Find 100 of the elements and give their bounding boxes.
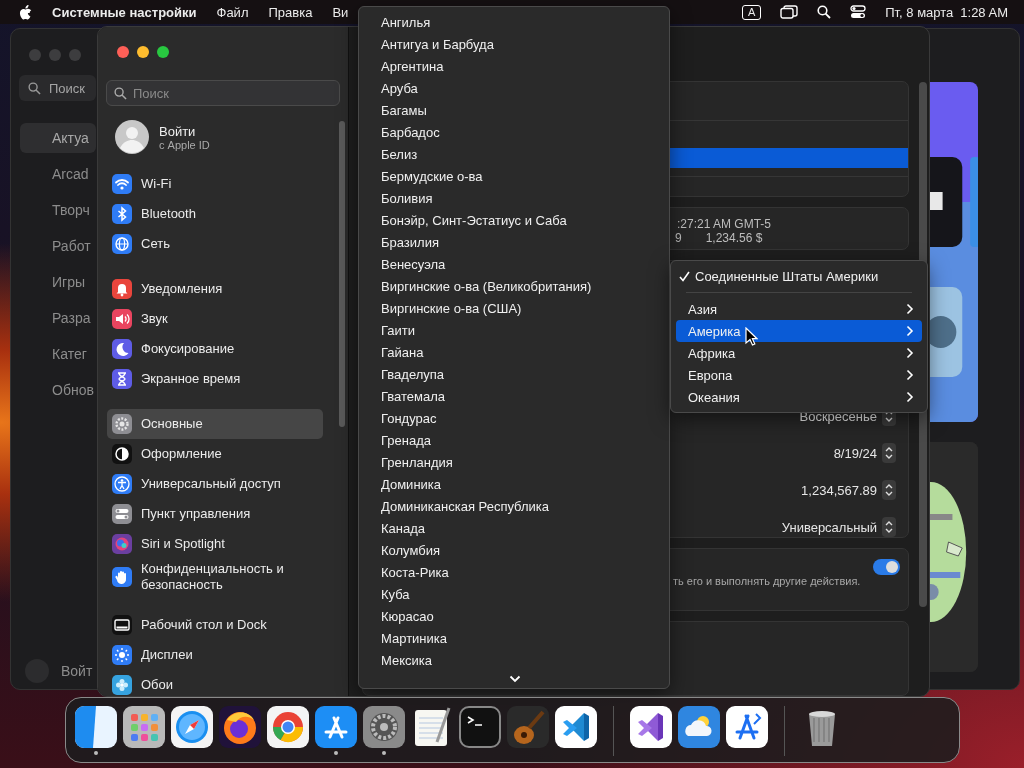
menu-item[interactable]: Мартиника — [359, 628, 669, 650]
sidebar-item[interactable]: Фокусирование — [107, 334, 323, 364]
zoom-button[interactable] — [157, 46, 169, 58]
account-label[interactable]: Войт — [61, 663, 93, 679]
sidebar-item[interactable]: Обои — [107, 670, 323, 696]
terminal-icon[interactable] — [459, 706, 501, 748]
input-source-indicator[interactable]: A — [741, 4, 762, 20]
sidebar-item[interactable]: Разра — [20, 303, 96, 333]
code-editor-icon[interactable] — [555, 706, 597, 748]
scrollbar[interactable] — [339, 121, 345, 427]
sidebar-item[interactable]: Сеть — [107, 229, 323, 259]
menu-item[interactable]: Соединенные Штаты Америки — [676, 265, 922, 287]
menu-item[interactable]: Гренада — [359, 430, 669, 452]
gear-icon[interactable] — [363, 706, 405, 748]
menu-item[interactable]: Боливия — [359, 188, 669, 210]
menu-item[interactable]: Антигуа и Барбуда — [359, 34, 669, 56]
stepper-icon[interactable] — [882, 443, 896, 464]
popup-button[interactable]: Универсальный — [781, 519, 877, 535]
menu-item[interactable]: Канада — [359, 518, 669, 540]
menu-item[interactable]: Гондурас — [359, 408, 669, 430]
popup-button[interactable]: 1,234,567.89 — [801, 482, 877, 498]
menu-item[interactable]: Багамы — [359, 100, 669, 122]
guitar-icon[interactable] — [507, 706, 549, 748]
popup-button[interactable]: Воскресенье — [799, 408, 877, 424]
compass-icon[interactable] — [171, 706, 213, 748]
menu-item[interactable]: Виргинские о-ва (Великобритания) — [359, 276, 669, 298]
drafting-icon[interactable] — [726, 706, 768, 748]
menu-item[interactable]: Бонэйр, Синт-Эстатиус и Саба — [359, 210, 669, 232]
menu-item[interactable]: Европа — [676, 364, 922, 386]
stepper-icon[interactable] — [882, 517, 896, 538]
menu-item[interactable]: Америка — [676, 320, 922, 342]
app-store-icon[interactable] — [315, 706, 357, 748]
app-menu[interactable]: Системные настройки — [52, 4, 197, 20]
menu-item[interactable]: Ангилья — [359, 12, 669, 34]
ribbon-logo-icon[interactable] — [630, 706, 672, 748]
menu-item[interactable]: Кюрасао — [359, 606, 669, 628]
menu-item[interactable]: Бразилия — [359, 232, 669, 254]
menu-item[interactable]: Мексика — [359, 650, 669, 672]
menu-item[interactable]: Гватемала — [359, 386, 669, 408]
search-icon[interactable] — [817, 5, 832, 19]
menu-item[interactable]: Гренландия — [359, 452, 669, 474]
menu-item[interactable]: Азия — [676, 298, 922, 320]
sidebar-item[interactable]: Оформление — [107, 439, 323, 469]
menu-item[interactable]: Виргинские о-ва (США) — [359, 298, 669, 320]
menu-bar-time[interactable]: 1:28 AM — [960, 4, 1008, 20]
sidebar-item[interactable]: Siri и Spotlight — [107, 529, 323, 559]
menu-item[interactable]: Бермудские о-ва — [359, 166, 669, 188]
menu-item[interactable]: Правка — [268, 4, 313, 20]
sidebar-item[interactable]: Актуа — [20, 123, 96, 153]
stepper-icon[interactable] — [882, 480, 896, 501]
account-item[interactable]: Войти с Apple ID — [115, 120, 330, 154]
menu-item[interactable]: Барбадос — [359, 122, 669, 144]
menu-item[interactable]: Колумбия — [359, 540, 669, 562]
apple-logo-icon[interactable] — [19, 4, 32, 20]
flame-globe-icon[interactable] — [219, 706, 261, 748]
menu-item[interactable]: Аруба — [359, 78, 669, 100]
sidebar-item[interactable]: Катег — [20, 339, 96, 369]
sidebar-item[interactable]: Wi-Fi — [107, 169, 323, 199]
sidebar-item[interactable]: Дисплеи — [107, 640, 323, 670]
menu-item[interactable]: Гаити — [359, 320, 669, 342]
menu-item[interactable]: Доминиканская Республика — [359, 496, 669, 518]
sidebar-item[interactable]: Уведомления — [107, 274, 323, 304]
menu-item[interactable]: Африка — [676, 342, 922, 364]
sidebar-item[interactable]: Экранное время — [107, 364, 323, 394]
sidebar-item[interactable]: Работ — [20, 231, 96, 261]
sidebar-item[interactable]: Творч — [20, 195, 96, 225]
menu-item[interactable]: Белиз — [359, 144, 669, 166]
sidebar-item[interactable]: Игры — [20, 267, 96, 297]
menu-item[interactable]: Аргентина — [359, 56, 669, 78]
close-button[interactable] — [117, 46, 129, 58]
menu-item[interactable]: Гваделупа — [359, 364, 669, 386]
search-field[interactable]: Поиск — [19, 75, 96, 101]
popup-button[interactable]: 8/19/24 — [833, 445, 877, 461]
menu-item[interactable]: Доминика — [359, 474, 669, 496]
chevron-down-icon[interactable] — [509, 675, 521, 683]
menu-bar-date[interactable]: Пт, 8 марта — [885, 4, 954, 20]
sidebar-item[interactable]: Arcad — [20, 159, 96, 189]
menu-item[interactable]: Гайана — [359, 342, 669, 364]
menu-item[interactable]: Венесуэла — [359, 254, 669, 276]
windows-icon[interactable] — [780, 5, 799, 19]
menu-item[interactable]: Файл — [216, 4, 249, 20]
sidebar-item[interactable]: Bluetooth — [107, 199, 323, 229]
menu-item[interactable]: Коста-Рика — [359, 562, 669, 584]
sidebar-item[interactable]: Пункт управления — [107, 499, 323, 529]
sidebar-item[interactable]: Конфиденциальность и безопасность — [107, 559, 323, 595]
weather-icon[interactable] — [678, 706, 720, 748]
sidebar-item[interactable]: Основные — [107, 409, 323, 439]
sidebar-item[interactable]: Звук — [107, 304, 323, 334]
color-wheel-icon[interactable] — [267, 706, 309, 748]
minimize-button[interactable] — [137, 46, 149, 58]
sidebar-item[interactable]: Обнов — [20, 375, 96, 405]
split-square-icon[interactable] — [75, 706, 117, 748]
search-field[interactable]: Поиск — [106, 80, 340, 106]
app-grid-icon[interactable] — [123, 706, 165, 748]
menu-item[interactable]: Океания — [676, 386, 922, 408]
menu-item[interactable]: Ви — [332, 4, 349, 20]
toggle-switch[interactable] — [873, 559, 900, 576]
menu-item[interactable]: Куба — [359, 584, 669, 606]
control-center-icon[interactable] — [850, 5, 867, 19]
sidebar-item[interactable]: Рабочий стол и Dock — [107, 610, 323, 640]
